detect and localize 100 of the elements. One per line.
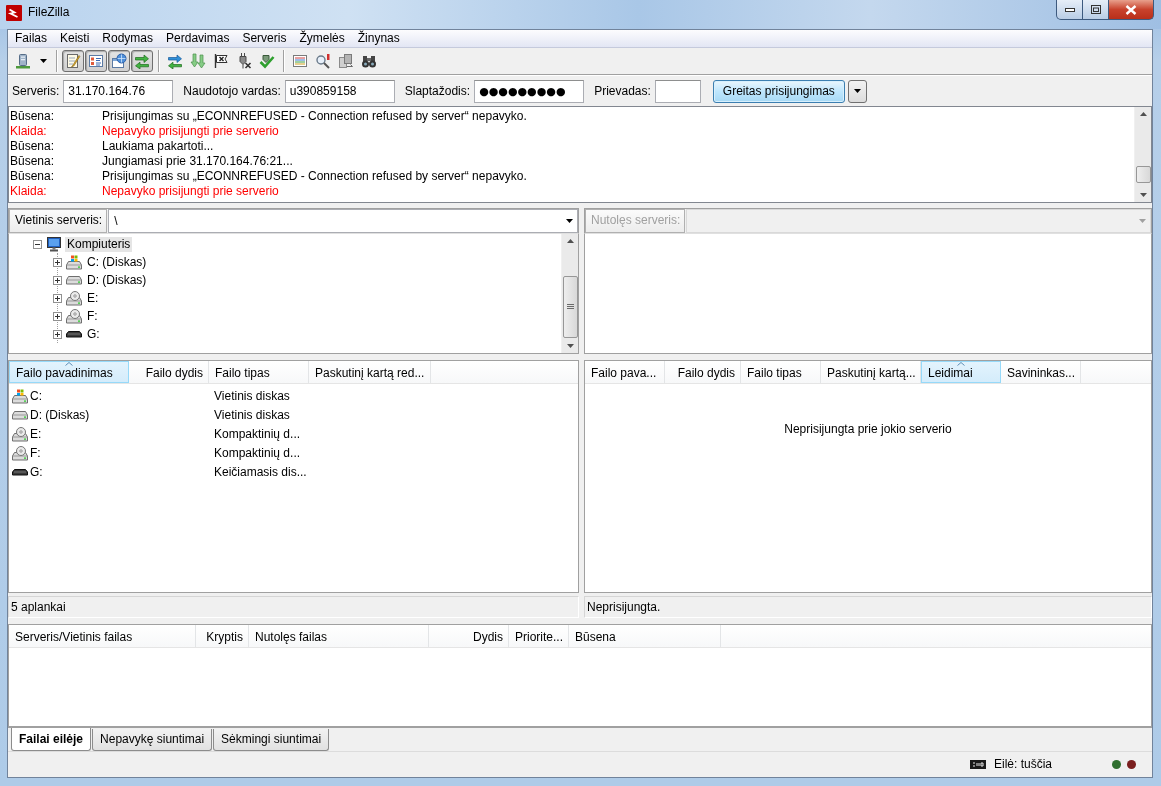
close-icon <box>1125 4 1137 15</box>
message-log-toggle-button[interactable] <box>62 50 84 72</box>
status-text: Neprisijungta. <box>584 596 1152 618</box>
maximize-icon <box>1090 5 1101 14</box>
site-label: Vietinis serveris: <box>9 209 108 233</box>
tab[interactable]: Sėkmingi siuntimai <box>213 729 330 751</box>
plus-box-icon[interactable] <box>53 275 62 285</box>
field-label: Serveris: <box>12 83 60 99</box>
queue-status: Eilė: tuščia <box>994 757 1054 772</box>
close-button[interactable] <box>1109 0 1154 20</box>
empty-list-message: Neprisijungta prie jokio serverio <box>783 421 953 437</box>
column-header[interactable]: Failo tipas <box>209 361 309 383</box>
column-header[interactable]: Failo dydis <box>665 361 741 383</box>
log-label: Būsena: <box>10 154 56 169</box>
log-message: Prisijungimas su „ECONNREFUSED - Connection refused by server“ nepavyko. <box>102 109 527 124</box>
column-header[interactable]: Būsena <box>569 625 721 647</box>
computer-icon <box>46 236 61 252</box>
search-icon <box>361 53 377 69</box>
minimize-button[interactable] <box>1056 0 1083 20</box>
log-message: Laukiama pakartoti... <box>102 139 214 154</box>
column-header[interactable]: Savininkas... <box>1001 361 1081 383</box>
tree-list-icon <box>88 53 104 69</box>
flag-x-icon <box>213 53 229 69</box>
tree-item[interactable]: F: <box>85 308 100 324</box>
log-label: Būsena: <box>10 139 56 154</box>
tab[interactable]: Failai eilėje <box>11 728 92 751</box>
plus-box-icon[interactable] <box>53 293 62 303</box>
menu-item[interactable]: Perdavimas <box>160 31 237 46</box>
file-name[interactable]: G: <box>30 465 43 480</box>
column-header[interactable]: Failo pavadinimas <box>9 361 129 383</box>
file-name[interactable]: D: (Diskas) <box>30 408 90 423</box>
file-name[interactable]: F: <box>30 446 41 461</box>
app-logo-icon <box>6 5 22 21</box>
tree-item[interactable]: D: (Diskas) <box>85 272 149 288</box>
remote-tree-toggle-button[interactable] <box>108 50 130 72</box>
maximize-button[interactable] <box>1083 0 1109 20</box>
vertical-scrollbar[interactable] <box>561 234 578 353</box>
menu-item[interactable]: Keisti <box>54 31 97 46</box>
menu-item[interactable]: Serveris <box>236 31 294 46</box>
down-arrow-icon <box>566 344 574 348</box>
transfer-queue-toggle-button[interactable] <box>131 50 153 72</box>
column-header[interactable]: Nutolęs failas <box>249 625 429 647</box>
minus-box-icon[interactable] <box>33 239 42 249</box>
tab[interactable]: Nepavykę siuntimai <box>92 729 213 751</box>
dropdown-button[interactable] <box>847 79 867 103</box>
vertical-scrollbar[interactable] <box>1134 107 1151 202</box>
quickconnect-button[interactable]: Greitas prisijungimas <box>712 79 845 103</box>
site-label: Nutolęs serveris: <box>585 209 686 233</box>
column-header[interactable]: Leidimai <box>921 361 1001 383</box>
menu-item[interactable]: Žinynas <box>351 31 407 46</box>
tree-item[interactable]: G: <box>85 326 102 342</box>
plus-box-icon[interactable] <box>53 311 62 321</box>
plus-box-icon[interactable] <box>53 329 62 339</box>
disc-drive-icon <box>12 446 28 461</box>
drive-icon <box>65 275 82 285</box>
tree-item[interactable]: C: (Diskas) <box>85 254 149 270</box>
username-field[interactable]: u390859158 <box>284 79 395 103</box>
removable-drive-icon <box>65 330 82 338</box>
double-arrow-icon <box>134 53 150 69</box>
up-arrow-icon <box>1139 112 1147 116</box>
caret-icon <box>853 89 861 93</box>
log-message: Prisijungimas su „ECONNREFUSED - Connection refused by server“ nepavyko. <box>102 169 527 184</box>
system-drive-icon <box>65 254 82 270</box>
column-header[interactable]: Priorite... <box>509 625 569 647</box>
field-label: Prievadas: <box>594 83 651 99</box>
tree-item[interactable]: Kompiuteris <box>65 236 133 252</box>
host-field[interactable]: 31.170.164.76 <box>63 79 174 103</box>
scrollbar-thumb[interactable] <box>562 276 578 338</box>
column-header[interactable]: Dydis <box>429 625 509 647</box>
file-name[interactable]: C: <box>30 389 42 404</box>
column-header[interactable]: Failo dydis <box>129 361 209 383</box>
column-header[interactable]: Paskutinį kartą red... <box>309 361 431 383</box>
column-header[interactable]: Serveris/Vietinis failas <box>9 625 196 647</box>
column-header[interactable]: Failo pava... <box>585 361 665 383</box>
local-tree-toggle-button[interactable] <box>85 50 107 72</box>
port-field[interactable] <box>654 79 701 103</box>
disc-drive-icon <box>12 427 28 442</box>
globe-window-icon <box>111 53 127 69</box>
log-label: Klaida: <box>10 124 48 139</box>
notepad-icon <box>65 53 81 69</box>
column-header[interactable]: Failo tipas <box>741 361 821 383</box>
disc-drive-icon <box>65 308 82 324</box>
pages-arrow-icon <box>338 53 354 69</box>
caret-icon <box>1139 219 1146 223</box>
status-text: 5 aplankai <box>8 596 579 618</box>
scrollbar-thumb[interactable] <box>1135 166 1151 183</box>
plus-box-icon[interactable] <box>53 257 62 267</box>
down-arrows-icon <box>190 53 206 69</box>
up-arrow-icon <box>566 239 574 243</box>
tree-item[interactable]: E: <box>85 290 101 306</box>
column-header[interactable]: Kryptis <box>196 625 249 647</box>
file-name[interactable]: E: <box>30 427 42 442</box>
path-combobox[interactable]: \ <box>108 209 578 233</box>
menu-item[interactable]: Rodymas <box>96 31 161 46</box>
down-arrow-icon <box>1139 193 1147 197</box>
menu-item[interactable]: Žymelės <box>293 31 352 46</box>
counter-icon <box>970 760 986 769</box>
menu-item[interactable]: Failas <box>9 31 54 46</box>
password-field[interactable]: ●●●●●●●●● <box>474 79 585 103</box>
system-drive-icon <box>12 389 28 404</box>
